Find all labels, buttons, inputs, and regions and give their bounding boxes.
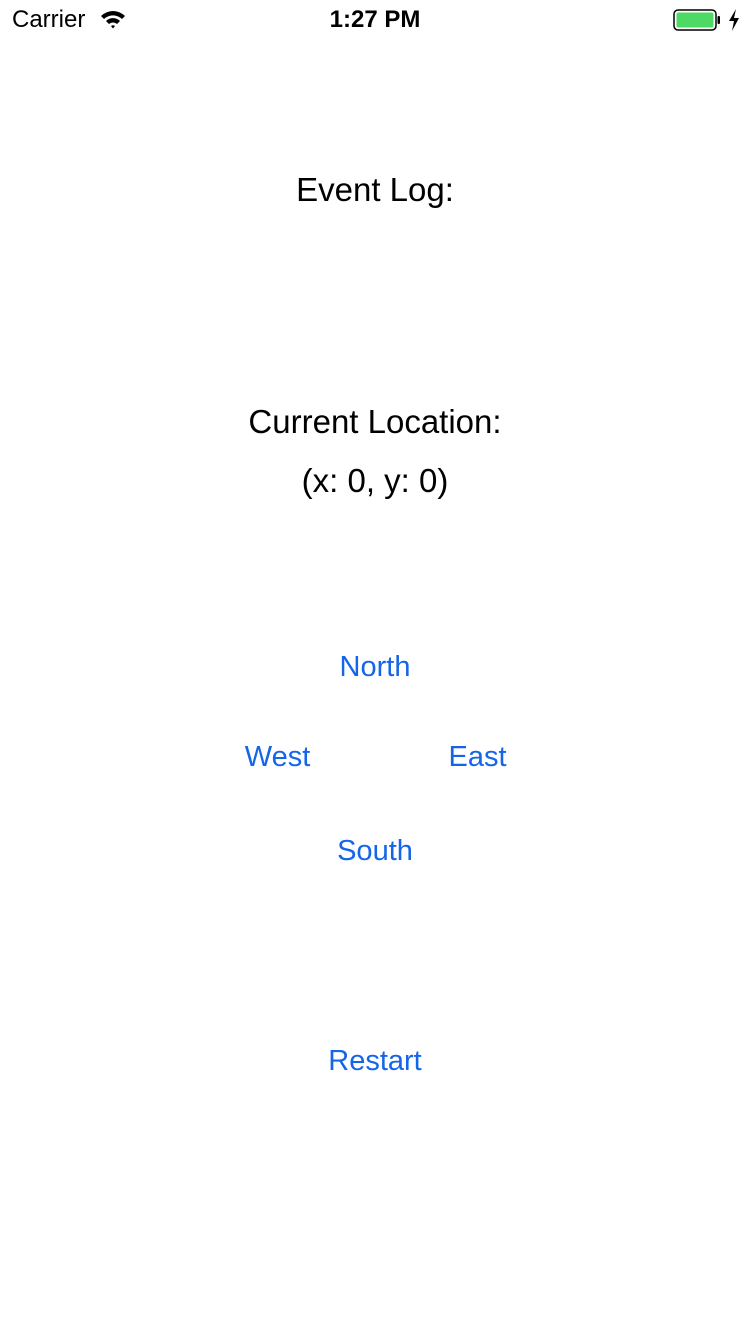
event-log-label: Event Log: — [296, 171, 454, 208]
east-button[interactable]: East — [420, 739, 535, 775]
status-bar: Carrier 1:27 PM — [0, 0, 750, 40]
current-location-title: Current Location: — [248, 403, 502, 440]
battery-icon — [673, 9, 721, 31]
west-button[interactable]: West — [220, 739, 335, 775]
north-button[interactable]: North — [300, 649, 450, 685]
current-location-value: (x: 0, y: 0) — [301, 462, 449, 499]
restart-button[interactable]: Restart — [290, 1043, 460, 1079]
charging-bolt-icon — [727, 8, 741, 32]
south-button[interactable]: South — [300, 833, 450, 869]
clock: 1:27 PM — [329, 6, 421, 33]
